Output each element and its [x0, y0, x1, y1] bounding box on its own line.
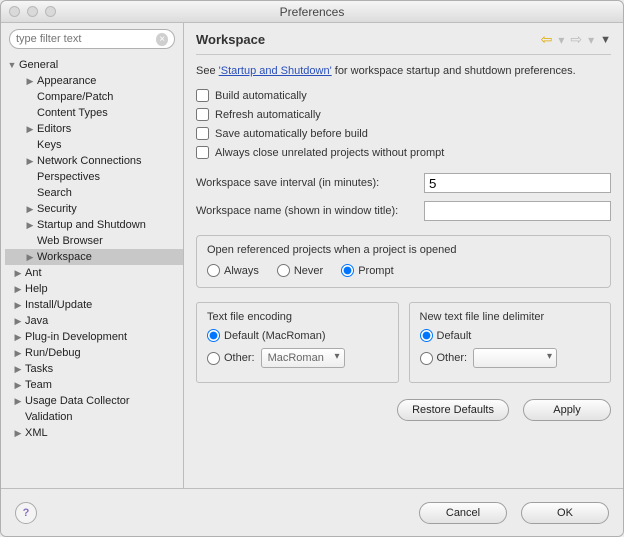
open-referenced-group: Open referenced projects when a project … — [196, 235, 611, 288]
window-title: Preferences — [1, 5, 623, 19]
clear-icon[interactable]: × — [156, 33, 168, 46]
disclosure-right-icon[interactable]: ▶ — [13, 300, 23, 310]
close-unrelated-check[interactable]: Always close unrelated projects without … — [196, 146, 611, 159]
disclosure-right-icon[interactable]: ▶ — [13, 396, 23, 406]
encoding-default-radio[interactable]: Default (MacRoman) — [207, 329, 325, 342]
tree-item-startup[interactable]: ▶Startup and Shutdown — [5, 217, 183, 233]
encoding-other-radio[interactable]: Other: — [207, 352, 255, 365]
tree-item-appearance[interactable]: ▶Appearance — [5, 73, 183, 89]
ok-button[interactable]: OK — [521, 502, 609, 524]
footer: ? Cancel OK — [1, 488, 623, 536]
preference-tree[interactable]: ▼General ▶Appearance Compare/Patch Conte… — [1, 55, 183, 488]
tree-item-xml[interactable]: ▶XML — [5, 425, 183, 441]
page-description: See 'Startup and Shutdown' for workspace… — [196, 65, 611, 77]
tree-item-compare[interactable]: Compare/Patch — [5, 89, 183, 105]
tree-item-ant[interactable]: ▶Ant — [5, 265, 183, 281]
tree-item-help[interactable]: ▶Help — [5, 281, 183, 297]
disclosure-down-icon[interactable]: ▼ — [7, 60, 17, 70]
delimiter-group: New text file line delimiter Default Oth… — [409, 302, 612, 383]
help-icon[interactable]: ? — [15, 502, 37, 524]
tree-item-perspectives[interactable]: Perspectives — [5, 169, 183, 185]
disclosure-right-icon[interactable]: ▶ — [25, 76, 35, 86]
delimiter-label: New text file line delimiter — [420, 311, 601, 323]
tree-item-java[interactable]: ▶Java — [5, 313, 183, 329]
tree-item-keys[interactable]: Keys — [5, 137, 183, 153]
workspace-name-input[interactable] — [424, 201, 611, 221]
tree-item-team[interactable]: ▶Team — [5, 377, 183, 393]
open-referenced-label: Open referenced projects when a project … — [207, 244, 600, 256]
disclosure-right-icon[interactable]: ▶ — [25, 204, 35, 214]
disclosure-right-icon[interactable]: ▶ — [13, 380, 23, 390]
encoding-group: Text file encoding Default (MacRoman) Ot… — [196, 302, 399, 383]
tree-item-workspace[interactable]: ▶Workspace — [5, 249, 183, 265]
delimiter-other-select[interactable] — [473, 348, 557, 368]
tree-item-security[interactable]: ▶Security — [5, 201, 183, 217]
tree-item-tasks[interactable]: ▶Tasks — [5, 361, 183, 377]
window-body: × ▼General ▶Appearance Compare/Patch Con… — [1, 23, 623, 488]
tree-item-install[interactable]: ▶Install/Update — [5, 297, 183, 313]
workspace-name-row: Workspace name (shown in window title): — [196, 201, 611, 221]
sidebar: × ▼General ▶Appearance Compare/Patch Con… — [1, 23, 184, 488]
tree-item-content-types[interactable]: Content Types — [5, 105, 183, 121]
open-ref-prompt-radio[interactable]: Prompt — [341, 264, 393, 277]
forward-icon: ⇨ — [570, 31, 582, 48]
page-header: Workspace ⇦ ▾ ⇨ ▾ ▼ — [196, 31, 611, 55]
disclosure-right-icon[interactable]: ▶ — [13, 316, 23, 326]
refresh-automatically-check[interactable]: Refresh automatically — [196, 108, 611, 121]
tree-item-plugin-dev[interactable]: ▶Plug-in Development — [5, 329, 183, 345]
filter-input[interactable] — [16, 33, 152, 45]
save-interval-input[interactable] — [424, 173, 611, 193]
filter-search[interactable]: × — [9, 29, 175, 49]
tree-item-web-browser[interactable]: Web Browser — [5, 233, 183, 249]
disclosure-right-icon[interactable]: ▶ — [13, 268, 23, 278]
startup-link[interactable]: 'Startup and Shutdown' — [219, 65, 332, 77]
checkbox-group: Build automatically Refresh automaticall… — [196, 89, 611, 159]
tree-item-search[interactable]: Search — [5, 185, 183, 201]
disclosure-right-icon[interactable]: ▶ — [25, 156, 35, 166]
disclosure-right-icon[interactable]: ▶ — [13, 364, 23, 374]
tree-item-usage[interactable]: ▶Usage Data Collector — [5, 393, 183, 409]
page-menu-icon[interactable]: ▼ — [600, 34, 611, 46]
save-before-build-check[interactable]: Save automatically before build — [196, 127, 611, 140]
apply-button[interactable]: Apply — [523, 399, 611, 421]
disclosure-right-icon[interactable]: ▶ — [25, 124, 35, 134]
save-interval-label: Workspace save interval (in minutes): — [196, 177, 416, 189]
delimiter-default-radio[interactable]: Default — [420, 329, 472, 342]
restore-defaults-button[interactable]: Restore Defaults — [397, 399, 509, 421]
page-nav: ⇦ ▾ ⇨ ▾ ▼ — [541, 31, 611, 48]
tree-item-run-debug[interactable]: ▶Run/Debug — [5, 345, 183, 361]
back-icon[interactable]: ⇦ — [541, 31, 553, 48]
preferences-window: Preferences × ▼General ▶Appearance Compa… — [0, 0, 624, 537]
build-automatically-check[interactable]: Build automatically — [196, 89, 611, 102]
workspace-name-label: Workspace name (shown in window title): — [196, 205, 416, 217]
tree-item-validation[interactable]: Validation — [5, 409, 183, 425]
titlebar: Preferences — [1, 1, 623, 23]
disclosure-right-icon[interactable]: ▶ — [25, 252, 35, 262]
open-ref-always-radio[interactable]: Always — [207, 264, 259, 277]
tree-item-editors[interactable]: ▶Editors — [5, 121, 183, 137]
disclosure-right-icon[interactable]: ▶ — [13, 348, 23, 358]
disclosure-right-icon[interactable]: ▶ — [13, 284, 23, 294]
delimiter-other-radio[interactable]: Other: — [420, 352, 468, 365]
content-pane: Workspace ⇦ ▾ ⇨ ▾ ▼ See 'Startup and Shu… — [184, 23, 623, 488]
page-title: Workspace — [196, 32, 265, 47]
tree-item-general[interactable]: ▼General — [5, 57, 183, 73]
encoding-label: Text file encoding — [207, 311, 388, 323]
page-actions: Restore Defaults Apply — [196, 399, 611, 421]
disclosure-right-icon[interactable]: ▶ — [13, 428, 23, 438]
disclosure-right-icon[interactable]: ▶ — [13, 332, 23, 342]
encoding-row: Text file encoding Default (MacRoman) Ot… — [196, 296, 611, 383]
open-ref-never-radio[interactable]: Never — [277, 264, 323, 277]
save-interval-row: Workspace save interval (in minutes): — [196, 173, 611, 193]
cancel-button[interactable]: Cancel — [419, 502, 507, 524]
tree-item-network[interactable]: ▶Network Connections — [5, 153, 183, 169]
disclosure-right-icon[interactable]: ▶ — [25, 220, 35, 230]
encoding-other-select[interactable]: MacRoman — [261, 348, 345, 368]
